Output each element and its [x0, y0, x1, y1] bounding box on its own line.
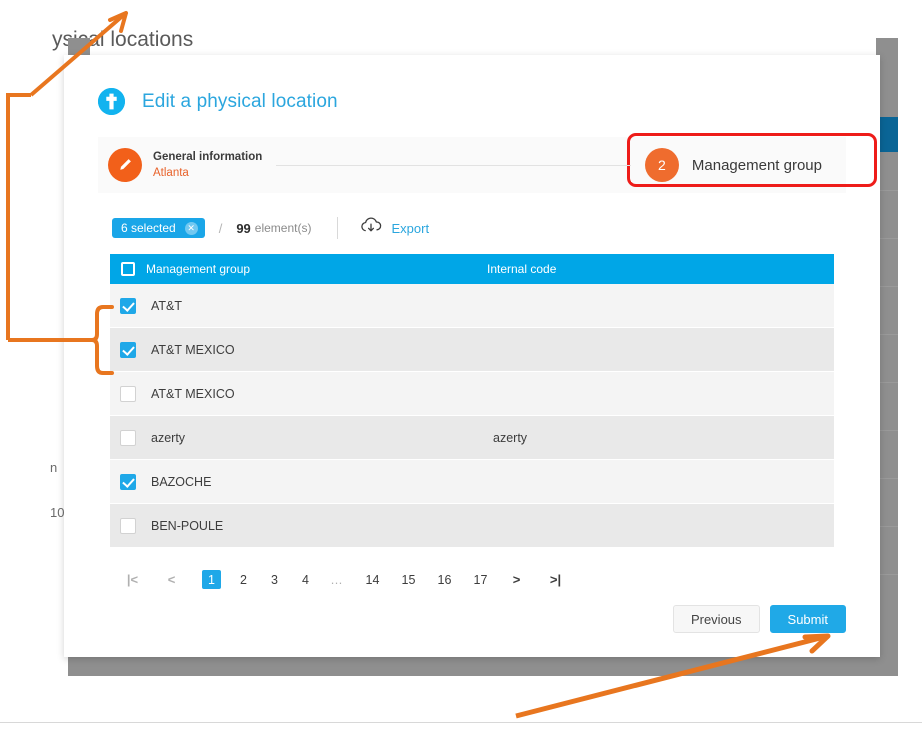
- cell-management-group: AT&T MEXICO: [151, 342, 235, 357]
- bottom-divider: [0, 722, 922, 723]
- toolbar-separator: /: [218, 220, 223, 236]
- column-header-management-group[interactable]: Management group: [146, 262, 487, 276]
- checkbox-checked-icon: [120, 341, 136, 358]
- export-button[interactable]: Export: [360, 217, 429, 239]
- export-label: Export: [391, 220, 430, 236]
- stepper-step2-label: Management group: [691, 156, 822, 174]
- total-element-unit: element(s): [254, 221, 312, 235]
- checkbox-unchecked-icon: [120, 429, 136, 446]
- checkbox-unchecked-icon: [120, 517, 136, 534]
- selected-count-label: 6 selected: [121, 221, 176, 235]
- dialog-header: Edit a physical location: [64, 55, 880, 115]
- page-2[interactable]: 2: [235, 570, 252, 589]
- table-row[interactable]: AT&T: [110, 284, 834, 328]
- page-3[interactable]: 3: [266, 570, 283, 589]
- next-page-icon[interactable]: >: [508, 570, 525, 589]
- background-shade-bottom: [68, 654, 898, 676]
- cell-management-group: AT&T: [151, 298, 183, 313]
- checkbox-checked-icon: [120, 473, 136, 490]
- first-page-icon[interactable]: |<: [124, 570, 141, 589]
- table-row[interactable]: BAZOCHE: [110, 460, 834, 504]
- row-checkbox[interactable]: [110, 517, 146, 534]
- page-16[interactable]: 16: [436, 570, 453, 589]
- toolbar-divider: [337, 217, 339, 239]
- cross-circle-logo-icon: [98, 88, 125, 115]
- select-all-checkbox[interactable]: [110, 262, 146, 276]
- table-row[interactable]: AT&T MEXICO: [110, 328, 834, 372]
- page-1[interactable]: 1: [202, 570, 221, 589]
- checkbox-unchecked-icon: [121, 262, 135, 276]
- stepper-step2-number: 2: [644, 148, 679, 182]
- background-text-fragment: n: [50, 460, 58, 475]
- management-group-table: Management group Internal code AT&T AT&T…: [110, 254, 834, 548]
- page-4[interactable]: 4: [297, 570, 314, 589]
- total-element-count: 99: [236, 220, 251, 236]
- close-circle-icon[interactable]: ✕: [184, 221, 198, 235]
- row-checkbox[interactable]: [110, 297, 146, 314]
- table-header-row: Management group Internal code: [110, 254, 834, 284]
- page-15[interactable]: 15: [400, 570, 417, 589]
- submit-button[interactable]: Submit: [769, 605, 846, 633]
- cell-management-group: azerty: [151, 430, 186, 445]
- row-checkbox[interactable]: [110, 429, 146, 446]
- pagination: |< < 1 2 3 4 … 14 15 16 17 > >|: [124, 570, 880, 589]
- table-row[interactable]: azerty azerty: [110, 416, 834, 460]
- cell-management-group: BEN-POULE: [151, 518, 224, 533]
- table-row[interactable]: AT&T MEXICO: [110, 372, 834, 416]
- dialog-footer: Previous Submit: [672, 605, 846, 633]
- prev-page-icon[interactable]: <: [163, 570, 180, 589]
- row-checkbox[interactable]: [110, 473, 146, 490]
- checkbox-unchecked-icon: [120, 385, 136, 402]
- cloud-download-icon: [360, 217, 382, 239]
- checkbox-checked-icon: [120, 297, 136, 314]
- background-text-fragment: 10: [50, 505, 64, 520]
- stepper-step1-label: General information: [153, 150, 263, 163]
- stepper-step-management-group[interactable]: 2 Management group: [630, 148, 846, 182]
- selected-count-chip[interactable]: 6 selected ✕: [112, 218, 205, 238]
- cell-management-group: BAZOCHE: [151, 474, 212, 489]
- page-ellipsis: …: [330, 572, 343, 587]
- stepper-step1-value: Atlanta: [153, 167, 189, 179]
- previous-button[interactable]: Previous: [672, 605, 760, 633]
- last-page-icon[interactable]: >|: [547, 570, 564, 589]
- stepper-step-general-information[interactable]: General information Atlanta: [98, 148, 277, 182]
- cell-management-group: AT&T MEXICO: [151, 386, 235, 401]
- row-checkbox[interactable]: [110, 385, 146, 402]
- table-row[interactable]: BEN-POULE: [110, 504, 834, 548]
- row-checkbox[interactable]: [110, 341, 146, 358]
- cell-internal-code: azerty: [493, 430, 528, 445]
- dialog-title: Edit a physical location: [142, 90, 338, 112]
- pencil-icon: [108, 148, 142, 182]
- selection-toolbar: 6 selected ✕ / 99 element(s) Export: [112, 217, 880, 239]
- page-14[interactable]: 14: [364, 570, 381, 589]
- page-17[interactable]: 17: [472, 570, 489, 589]
- column-header-internal-code[interactable]: Internal code: [487, 262, 834, 276]
